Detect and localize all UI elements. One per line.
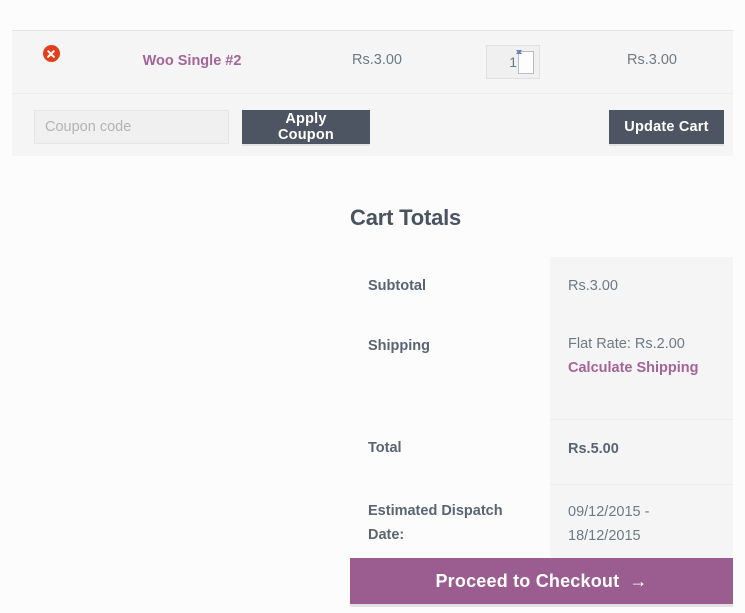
remove-circle-icon[interactable] (42, 45, 60, 63)
arrow-right-icon: → (629, 570, 648, 591)
shipping-label: Shipping (368, 337, 431, 354)
totals-row-total: Total Rs.5.00 (350, 418, 733, 484)
update-cart-button[interactable]: Update Cart (609, 110, 724, 144)
cart-totals-heading: Cart Totals (350, 205, 462, 230)
total-label: Total (368, 439, 402, 456)
totals-row-subtotal: Subtotal Rs.3.00 (350, 257, 733, 317)
cart-page: Woo Single #2 Rs.3.00 1 Rs.3.00 Apply Co… (0, 0, 745, 613)
subtotal-label: Subtotal (368, 278, 426, 294)
cart-item-row: Woo Single #2 Rs.3.00 1 Rs.3.00 (12, 31, 733, 93)
quantity-stepper[interactable]: 1 (486, 45, 540, 79)
cart-totals-table: Subtotal Rs.3.00 Shipping Flat Rate: Rs.… (350, 257, 733, 577)
remove-item-cell (34, 45, 68, 63)
subtotal-value: Rs.3.00 (550, 257, 733, 317)
total-value: Rs.5.00 (550, 418, 733, 484)
calculate-shipping-link[interactable]: Calculate Shipping (568, 357, 721, 381)
proceed-to-checkout-button[interactable]: Proceed to Checkout → (350, 558, 733, 604)
quantity-cell: 1 (452, 31, 577, 93)
shipping-value: Flat Rate: Rs.2.00 Calculate Shipping (550, 316, 733, 419)
totals-row-shipping: Shipping Flat Rate: Rs.2.00 Calculate Sh… (350, 316, 733, 419)
product-price-cell: Rs.3.00 (352, 52, 402, 68)
product-name-cell: Woo Single #2 (82, 52, 302, 70)
checkout-label: Proceed to Checkout (435, 570, 620, 591)
cart-table: Woo Single #2 Rs.3.00 1 Rs.3.00 Apply Co… (12, 30, 733, 156)
cart-actions-row: Apply Coupon Update Cart (12, 93, 733, 156)
shipping-method-text: Flat Rate: Rs.2.00 (568, 335, 685, 352)
coupon-code-input[interactable] (34, 110, 229, 144)
quantity-spinner[interactable] (518, 51, 534, 74)
quantity-value: 1 (509, 54, 517, 70)
cart-totals-section: Cart Totals Subtotal Rs.3.00 Shipping Fl… (350, 205, 733, 577)
line-total-cell: Rs.3.00 (627, 52, 677, 68)
product-link[interactable]: Woo Single #2 (143, 53, 242, 69)
apply-coupon-button[interactable]: Apply Coupon (242, 110, 370, 144)
checkout-action: Proceed to Checkout → (350, 558, 733, 604)
